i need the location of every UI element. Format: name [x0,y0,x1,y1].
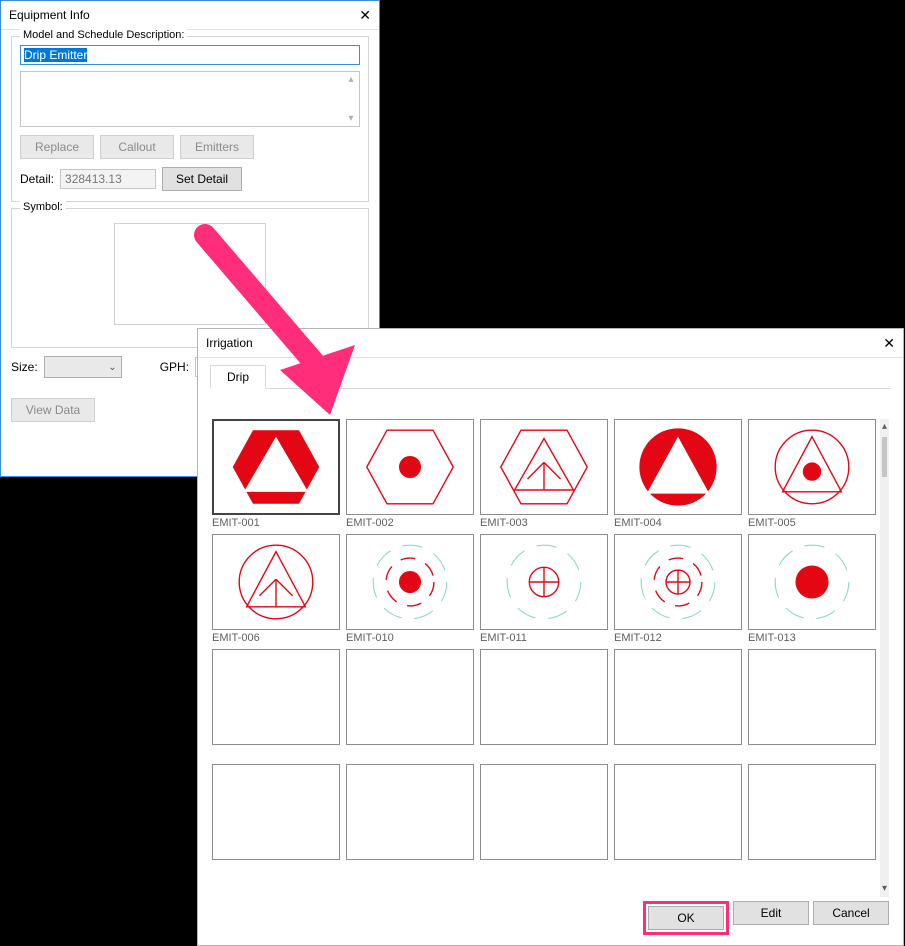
scroll-down-icon[interactable]: ▾ [880,881,889,897]
symbol-empty[interactable] [614,649,742,745]
scroll-up-icon[interactable]: ▴ [348,74,353,85]
symbol-label: EMIT-013 [748,632,876,644]
symbol-label: EMIT-011 [480,632,608,644]
symbol-emit-013[interactable] [748,534,876,630]
dialog-buttons: OK Edit Cancel [643,901,889,935]
symbol-emit-005[interactable] [748,419,876,515]
model-input[interactable]: Drip Emitter [20,45,360,65]
close-icon[interactable]: ✕ [865,335,895,352]
symbol-empty[interactable] [748,764,876,860]
size-label: Size: [11,360,38,374]
equipment-title: Equipment Info [9,8,90,22]
ok-button[interactable]: OK [648,906,724,930]
tab-drip[interactable]: Drip [210,365,266,389]
symbol-grid: EMIT-001 EMIT-002 [212,419,876,897]
scroll-thumb[interactable] [882,437,887,477]
symbol-empty[interactable] [480,764,608,860]
chevron-down-icon: ⌄ [108,362,116,373]
symbol-emit-003[interactable] [480,419,608,515]
detail-input[interactable] [60,169,156,189]
symbol-empty[interactable] [346,764,474,860]
gph-label: GPH: [160,360,189,374]
set-detail-button[interactable]: Set Detail [162,167,242,191]
symbol-empty[interactable] [212,764,340,860]
symbol-label: EMIT-005 [748,517,876,529]
symbol-empty[interactable] [748,649,876,745]
equipment-titlebar[interactable]: Equipment Info ✕ [1,1,379,30]
symbol-label: EMIT-012 [614,632,742,644]
symbol-preview[interactable] [114,223,266,325]
symbol-empty[interactable] [212,649,340,745]
symbol-empty[interactable] [614,764,742,860]
grid-scrollbar[interactable]: ▴ ▾ [880,419,889,897]
description-textarea[interactable]: ▴ ▾ [20,71,360,127]
symbol-label: EMIT-001 [212,517,340,529]
symbol-emit-002[interactable] [346,419,474,515]
callout-button: Callout [100,135,174,159]
size-combo[interactable]: ⌄ [44,356,122,378]
scroll-down-icon[interactable]: ▾ [348,113,353,124]
symbol-emit-011[interactable] [480,534,608,630]
symbol-legend: Symbol: [20,201,66,213]
symbol-empty[interactable] [480,649,608,745]
symbol-empty[interactable] [346,649,474,745]
model-fieldset: Model and Schedule Description: Drip Emi… [11,36,369,202]
symbol-emit-012[interactable] [614,534,742,630]
scroll-up-icon[interactable]: ▴ [880,419,889,435]
symbol-emit-004[interactable] [614,419,742,515]
irrigation-title: Irrigation [206,336,253,350]
symbol-emit-001[interactable] [212,419,340,515]
textarea-scrollbar[interactable]: ▴ ▾ [343,72,359,126]
model-legend: Model and Schedule Description: [20,29,187,41]
symbol-label: EMIT-003 [480,517,608,529]
emitters-button: Emitters [180,135,254,159]
ok-highlight: OK [643,901,729,935]
close-icon[interactable]: ✕ [341,7,371,24]
symbol-fieldset: Symbol: [11,208,369,348]
symbol-label: EMIT-004 [614,517,742,529]
view-data-button: View Data [11,398,95,422]
irrigation-window: Irrigation ✕ Drip EMIT-001 [197,328,904,946]
irrigation-titlebar[interactable]: Irrigation ✕ [198,329,903,358]
edit-button[interactable]: Edit [733,901,809,925]
model-input-text: Drip Emitter [24,48,87,62]
replace-button: Replace [20,135,94,159]
symbol-label: EMIT-010 [346,632,474,644]
symbol-label: EMIT-006 [212,632,340,644]
tab-bar: Drip [210,364,891,389]
symbol-label: EMIT-002 [346,517,474,529]
cancel-button[interactable]: Cancel [813,901,889,925]
symbol-emit-010[interactable] [346,534,474,630]
symbol-emit-006[interactable] [212,534,340,630]
detail-label: Detail: [20,172,54,186]
